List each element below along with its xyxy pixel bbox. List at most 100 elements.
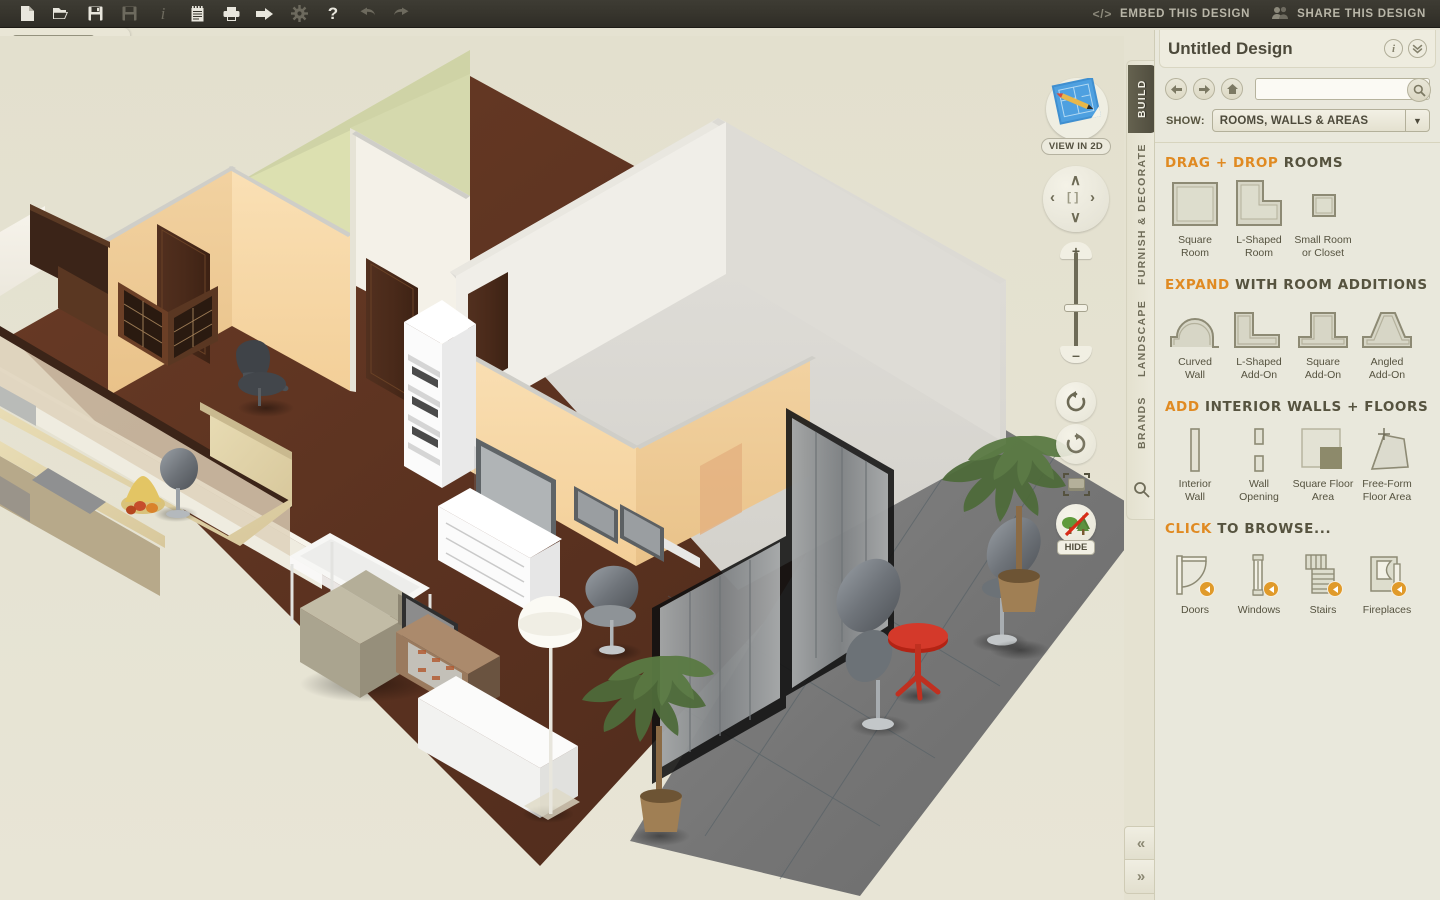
pan-dpad[interactable]: ∧ ∨ ‹ › [ ] [1043, 166, 1109, 232]
search-field-wrap[interactable] [1255, 78, 1431, 102]
embed-design-button[interactable]: </> EMBED THIS DESIGN [1093, 7, 1251, 21]
window-icon [1235, 545, 1283, 599]
square-floor-area-icon [1300, 423, 1346, 473]
blueprint-pencil-icon [1047, 76, 1105, 135]
pan-down-icon[interactable]: ∨ [1070, 208, 1081, 226]
share-design-label: SHARE THIS DESIGN [1297, 7, 1426, 20]
browse-badge-icon[interactable] [1263, 581, 1279, 597]
new-document-icon[interactable] [10, 0, 44, 28]
hide-landscape-control[interactable]: HIDE [1036, 504, 1116, 555]
rail-tab-build[interactable]: BUILD [1128, 65, 1156, 133]
save-as-icon[interactable] [112, 0, 146, 28]
section-heading-accent: DRAG + DROP [1165, 155, 1279, 171]
item-label: Fireplaces [1362, 604, 1412, 616]
view-in-2d-button[interactable]: VIEW IN 2D [1039, 76, 1113, 155]
l-shaped-addon-icon [1232, 301, 1286, 351]
item-label: Windows [1237, 604, 1281, 616]
panel-nav-row [1155, 68, 1440, 102]
undo-icon[interactable] [350, 0, 384, 28]
export-icon[interactable] [248, 0, 282, 28]
item-free-form-floor-area[interactable]: Free-Form Floor Area [1355, 423, 1419, 503]
chevron-down-icon[interactable]: ▼ [1405, 110, 1429, 131]
item-label: Square Floor Area [1292, 478, 1354, 503]
share-design-button[interactable]: SHARE THIS DESIGN [1272, 6, 1426, 22]
show-dropdown[interactable]: ROOMS, WALLS & AREAS ▼ [1211, 109, 1430, 132]
item-label: Free-Form Floor Area [1362, 478, 1412, 503]
section-heading-accent: EXPAND [1165, 277, 1230, 293]
interior-wall-icon [1180, 423, 1210, 473]
door-icon [1171, 545, 1219, 599]
section-click-to-browse: CLICK TO BROWSE... Doors Windows Stairs … [1155, 509, 1440, 623]
pan-right-icon[interactable]: › [1090, 189, 1095, 206]
zoom-slider[interactable]: + – [1043, 236, 1109, 376]
browse-badge-icon[interactable] [1199, 581, 1215, 597]
settings-gear-icon[interactable] [282, 0, 316, 28]
item-label: Stairs [1309, 604, 1337, 616]
item-label: Curved Wall [1178, 356, 1212, 381]
nav-back-button[interactable] [1165, 78, 1187, 100]
search-icon[interactable] [1133, 481, 1150, 503]
zoom-thumb[interactable] [1064, 304, 1088, 312]
redo-icon[interactable] [384, 0, 418, 28]
item-fireplaces[interactable]: Fireplaces [1355, 545, 1419, 617]
hide-trees-button[interactable] [1056, 504, 1096, 544]
item-label: Angled Add-On [1368, 356, 1406, 381]
item-label: Interior Wall [1178, 478, 1212, 503]
item-square-add-on[interactable]: Square Add-On [1291, 301, 1355, 381]
item-label: L-Shaped Room [1236, 234, 1282, 259]
angled-addon-icon [1360, 301, 1414, 351]
expand-panel-button[interactable]: » [1124, 860, 1158, 894]
item-label: Doors [1180, 604, 1209, 616]
rotate-right-button[interactable] [1056, 424, 1096, 464]
open-folder-icon[interactable] [44, 0, 78, 28]
code-icon: </> [1092, 6, 1113, 21]
pan-center-icon[interactable]: [ ] [1067, 190, 1078, 204]
nav-home-button[interactable] [1221, 78, 1243, 100]
fit-to-screen-button[interactable] [1056, 468, 1096, 502]
search-submit-button[interactable] [1407, 78, 1431, 102]
square-addon-icon [1296, 301, 1350, 351]
nav-forward-button[interactable] [1193, 78, 1215, 100]
info-icon[interactable]: i [1384, 39, 1403, 58]
item-square-room[interactable]: Square Room [1163, 179, 1227, 259]
item-windows[interactable]: Windows [1227, 545, 1291, 617]
show-label: SHOW: [1166, 114, 1205, 127]
toolbar-icon-group: i ? [0, 0, 418, 28]
item-doors[interactable]: Doors [1163, 545, 1227, 617]
item-curved-wall[interactable]: Curved Wall [1163, 301, 1227, 381]
item-square-floor-area[interactable]: Square Floor Area [1291, 423, 1355, 503]
section-drag-drop-rooms: DRAG + DROP ROOMS Square Room L-Shaped Roo… [1155, 143, 1440, 265]
section-items: Square Room L-Shaped Room Small Room or Clo… [1155, 171, 1440, 259]
rail-tab-brands[interactable]: BRANDS [1128, 387, 1156, 459]
collapse-panel-button[interactable]: « [1124, 826, 1158, 860]
stairs-icon [1299, 545, 1347, 599]
pan-left-icon[interactable]: ‹ [1050, 189, 1055, 206]
pan-up-icon[interactable]: ∧ [1070, 171, 1081, 189]
item-interior-wall[interactable]: Interior Wall [1163, 423, 1227, 503]
print-icon[interactable] [214, 0, 248, 28]
notes-icon[interactable] [180, 0, 214, 28]
chevron-down-icon[interactable] [1408, 39, 1427, 58]
item-label: L-Shaped Add-On [1236, 356, 1282, 381]
search-input[interactable] [1256, 79, 1429, 99]
item-stairs[interactable]: Stairs [1291, 545, 1355, 617]
save-icon[interactable] [78, 0, 112, 28]
item-l-shaped-room[interactable]: L-Shaped Room [1227, 179, 1291, 259]
item-angled-add-on[interactable]: Angled Add-On [1355, 301, 1419, 381]
browse-badge-icon[interactable] [1391, 581, 1407, 597]
item-wall-opening[interactable]: Wall Opening [1227, 423, 1291, 503]
help-icon[interactable]: ? [316, 0, 350, 28]
section-add-interior-walls-floors: ADD INTERIOR WALLS + FLOORS Interior Wall… [1155, 387, 1440, 509]
rail-tab-furnish[interactable]: FURNISH & DECORATE [1128, 139, 1156, 289]
free-form-floor-area-icon [1362, 423, 1412, 473]
info-icon[interactable]: i [146, 0, 180, 28]
browse-badge-icon[interactable] [1327, 581, 1343, 597]
l-shaped-room-icon [1234, 179, 1284, 229]
design-canvas-3d[interactable]: VIEW IN 2D ∧ ∨ ‹ › [ ] + – HIDE [0, 36, 1124, 900]
rail-tab-landscape[interactable]: LANDSCAPE [1128, 293, 1156, 383]
panel-header: Untitled Design i [1159, 30, 1436, 68]
rotate-left-button[interactable] [1056, 382, 1096, 422]
item-l-shaped-add-on[interactable]: L-Shaped Add-On [1227, 301, 1291, 381]
item-small-room-or-closet[interactable]: Small Room or Closet [1291, 179, 1355, 259]
zoom-out-button[interactable]: – [1060, 346, 1092, 363]
